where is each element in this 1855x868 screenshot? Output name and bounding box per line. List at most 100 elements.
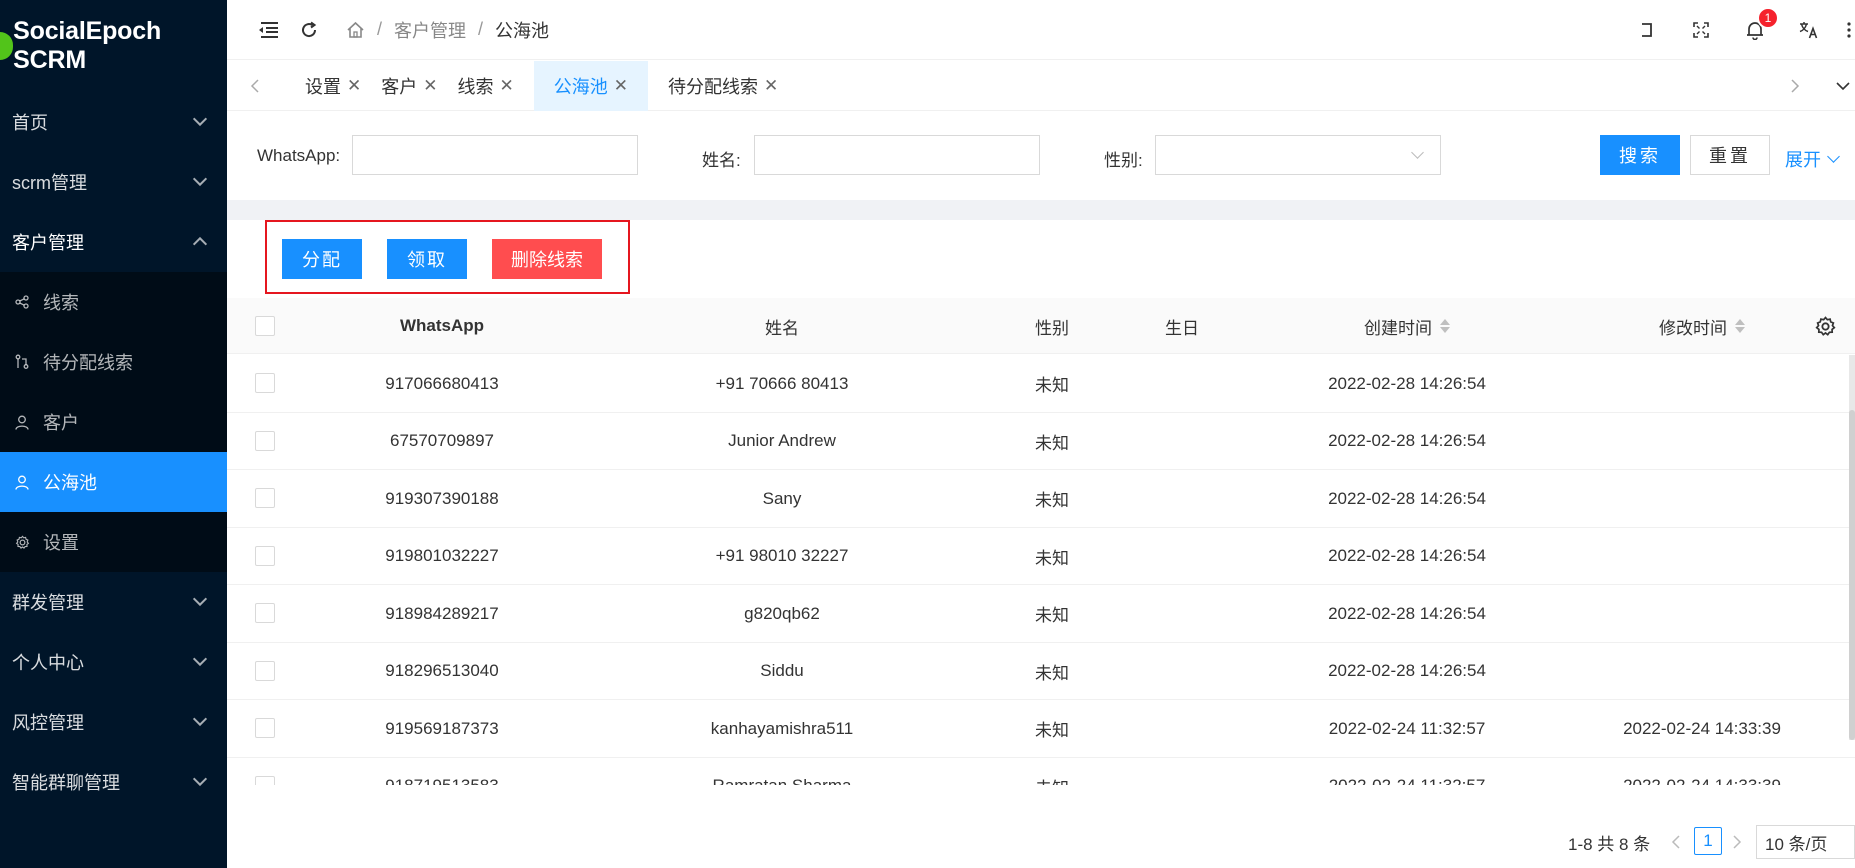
sidebar-item-customer-management[interactable]: 客户管理: [0, 212, 227, 272]
gender-select[interactable]: [1155, 135, 1441, 175]
reset-button[interactable]: 重置: [1690, 135, 1770, 175]
tab-label: 设置: [305, 76, 341, 97]
cell-whatsapp: 917066680413: [385, 373, 499, 393]
column-modified-time[interactable]: 修改时间: [1572, 298, 1832, 354]
table-row[interactable]: 917066680413 +91 70666 80413 未知 2022-02-28 …: [227, 355, 1855, 413]
chevron-left-icon[interactable]: [243, 74, 267, 98]
cell-modified-time: 2022-02-24 14:33:39: [1623, 718, 1781, 738]
cell-modified-time: [1572, 355, 1832, 412]
close-icon[interactable]: ✕: [423, 76, 437, 96]
chevron-down-icon[interactable]: [1831, 74, 1855, 98]
tab-customers[interactable]: 客户 ✕: [381, 61, 457, 111]
search-button[interactable]: 搜索: [1600, 135, 1680, 175]
cell-modified-time: [1572, 470, 1832, 527]
menu-fold-icon[interactable]: [256, 18, 280, 42]
row-checkbox[interactable]: [255, 660, 275, 681]
cell-created-time: 2022-02-24 11:32:57: [1242, 758, 1572, 785]
table-row[interactable]: 919569187373 kanhayamishra511 未知 2022-02-24…: [227, 700, 1855, 758]
table-row[interactable]: 919801032227 +91 98010 32227 未知 2022-02-28 …: [227, 528, 1855, 585]
tab-leads[interactable]: 线索 ✕: [458, 61, 534, 111]
cell-birthday: [1122, 470, 1242, 527]
select-all-checkbox[interactable]: [255, 316, 275, 336]
table-row[interactable]: 67570709897 Junior Andrew 未知 2022-02-28 14:…: [227, 413, 1855, 470]
sidebar-item-label: 待分配线索: [43, 353, 133, 373]
cell-gender: 未知: [1035, 433, 1069, 453]
name-input[interactable]: [754, 135, 1040, 175]
sidebar-item-risk-control[interactable]: 风控管理: [0, 692, 227, 752]
sidebar-item-label: 首页: [12, 113, 48, 133]
gear-icon: [14, 534, 30, 550]
close-icon[interactable]: ✕: [764, 76, 778, 96]
sidebar-item-label: 公海池: [43, 473, 97, 493]
sort-icon: [1440, 319, 1450, 333]
cell-modified-time: [1572, 643, 1832, 700]
table-row[interactable]: 918296513040 Siddu 未知 2022-02-28 14:26:54: [227, 643, 1855, 700]
submenu-customer-management: 线索 待分配线索 客户 公海池 设置: [0, 272, 227, 572]
sidebar-item-pending-leads[interactable]: 待分配线索: [0, 332, 227, 392]
prev-page-icon[interactable]: [1671, 826, 1681, 858]
bell-icon[interactable]: 1: [1743, 7, 1779, 42]
whatsapp-input[interactable]: [352, 135, 638, 175]
sidebar-item-home[interactable]: 首页: [0, 92, 227, 152]
sidebar-item-group-chat[interactable]: 智能群聊管理: [0, 752, 227, 812]
tab-pending-leads[interactable]: 待分配线索 ✕: [648, 61, 798, 111]
cell-name: Sany: [762, 488, 802, 508]
row-checkbox[interactable]: [255, 373, 275, 393]
breadcrumb-separator: /: [478, 19, 484, 39]
sidebar-item-leads[interactable]: 线索: [0, 272, 227, 332]
pull-request-icon: [14, 354, 30, 370]
cell-whatsapp: 918984289217: [385, 603, 499, 623]
translate-icon[interactable]: [1797, 18, 1821, 42]
table-row[interactable]: 918719513583Ramratan Sharma未知 2022-02-24 …: [227, 758, 1855, 785]
sidebar-item-label: scrm管理: [12, 173, 87, 193]
table-row[interactable]: 918984289217 g820qb62 未知 2022-02-28 14:26:5…: [227, 585, 1855, 643]
cell-created-time: 2022-02-28 14:26:54: [1328, 431, 1486, 450]
page-size-value: 10 条/页: [1765, 834, 1828, 854]
tab-settings[interactable]: 设置 ✕: [285, 61, 381, 111]
chevron-down-icon: [1827, 150, 1840, 163]
table-row[interactable]: 919307390188 Sany 未知 2022-02-28 14:26:54: [227, 470, 1855, 528]
delete-leads-button[interactable]: 删除线索: [492, 239, 602, 279]
table-scrollbar-thumb[interactable]: [1849, 410, 1855, 740]
sidebar-item-settings[interactable]: 设置: [0, 512, 227, 572]
row-checkbox[interactable]: [255, 775, 275, 785]
row-checkbox[interactable]: [255, 545, 275, 566]
exit-icon[interactable]: [1635, 18, 1659, 42]
page-size-select[interactable]: 10 条/页: [1756, 825, 1855, 859]
column-birthday: 生日: [1165, 318, 1199, 338]
chevron-right-icon[interactable]: [1783, 74, 1807, 98]
sidebar-item-customers[interactable]: 客户: [0, 392, 227, 452]
sidebar-item-public-pool[interactable]: 公海池: [0, 452, 227, 512]
home-icon[interactable]: [345, 18, 365, 42]
close-icon[interactable]: ✕: [347, 76, 361, 96]
tab-public-pool[interactable]: 公海池 ✕: [533, 60, 648, 111]
sidebar-item-profile[interactable]: 个人中心: [0, 632, 227, 692]
expand-toggle[interactable]: 展开: [1785, 146, 1840, 172]
row-checkbox[interactable]: [255, 603, 275, 623]
cell-name: Junior Andrew: [728, 431, 836, 450]
refresh-icon[interactable]: [297, 18, 321, 42]
close-icon[interactable]: ✕: [500, 76, 514, 96]
logo-mark-icon: [0, 32, 14, 60]
row-checkbox[interactable]: [255, 718, 275, 738]
column-created-time[interactable]: 创建时间: [1242, 298, 1572, 354]
more-vertical-icon[interactable]: [1843, 18, 1855, 42]
column-whatsapp: WhatsApp: [399, 316, 485, 335]
cell-modified-time: [1572, 585, 1832, 642]
sidebar-item-label: 线索: [43, 293, 79, 313]
next-page-icon[interactable]: [1732, 826, 1742, 858]
sidebar-item-broadcast[interactable]: 群发管理: [0, 572, 227, 632]
cell-whatsapp: 918296513040: [385, 661, 499, 680]
breadcrumb-item[interactable]: 客户管理: [394, 17, 466, 43]
assign-button[interactable]: 分配: [282, 239, 362, 279]
row-checkbox[interactable]: [255, 488, 275, 508]
sidebar-item-scrm[interactable]: scrm管理: [0, 152, 227, 212]
row-checkbox[interactable]: [255, 430, 275, 451]
settings-icon[interactable]: [1813, 314, 1837, 338]
cell-gender: 未知: [1035, 548, 1069, 568]
page-item-current[interactable]: 1: [1694, 827, 1722, 855]
claim-button[interactable]: 领取: [387, 239, 467, 279]
section-divider: [227, 200, 1855, 220]
close-icon[interactable]: ✕: [614, 76, 628, 96]
fullscreen-icon[interactable]: [1689, 18, 1713, 42]
